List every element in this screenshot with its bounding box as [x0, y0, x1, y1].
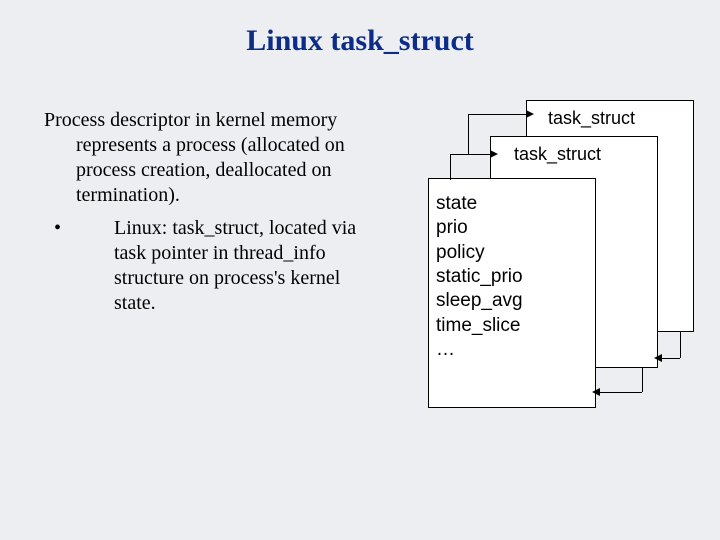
- body-text: Process descriptor in kernel memory repr…: [44, 108, 374, 316]
- bullet-text: Linux: task_struct, located via task poi…: [114, 217, 356, 314]
- arrow-link: [642, 368, 643, 392]
- paragraph-text: Process descriptor in kernel memory repr…: [44, 109, 345, 206]
- task-struct-label-back: task_struct: [548, 108, 635, 129]
- arrow-head-icon: [490, 150, 498, 158]
- arrow-link: [680, 332, 681, 358]
- arrow-link: [468, 114, 469, 154]
- arrow-link: [468, 114, 528, 115]
- diagram: task_struct task_struct state prio polic…: [410, 100, 700, 400]
- arrow-link: [450, 154, 451, 180]
- slide-title: Linux task_struct: [0, 24, 720, 58]
- arrow-head-icon: [592, 388, 600, 396]
- arrow-link: [598, 392, 642, 393]
- bullet-item: • Linux: task_struct, located via task p…: [44, 216, 374, 316]
- arrow-link: [660, 358, 680, 359]
- arrow-link: [450, 154, 492, 155]
- task-struct-label-mid: task_struct: [514, 144, 601, 165]
- slide: Linux task_struct Process descriptor in …: [0, 0, 720, 540]
- bullet-dot: •: [84, 216, 114, 241]
- paragraph: Process descriptor in kernel memory repr…: [44, 108, 374, 208]
- arrow-head-icon: [654, 354, 662, 362]
- task-struct-fields: state prio policy static_prio sleep_avg …: [436, 192, 523, 362]
- arrow-head-icon: [526, 110, 534, 118]
